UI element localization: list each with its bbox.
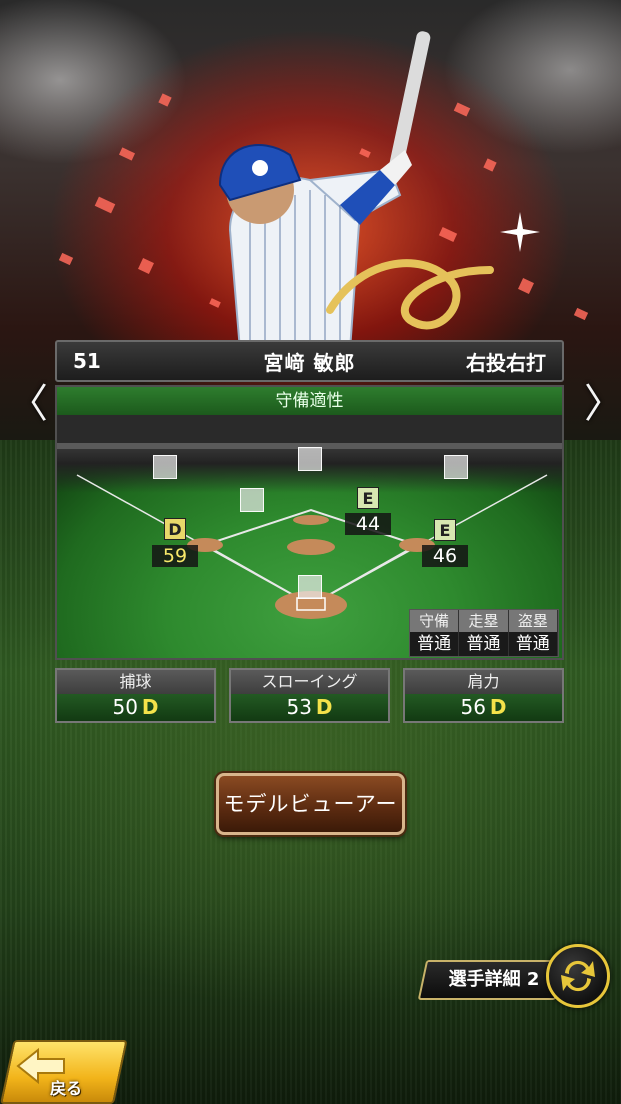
stat-value-row: 50 D	[57, 694, 214, 721]
mini-value-stealing: 普通	[508, 632, 558, 656]
catcher-marker[interactable]	[298, 575, 322, 599]
sparkle-icon	[500, 212, 540, 252]
stat-label: 肩力	[405, 670, 562, 694]
stat-value: 50	[112, 695, 138, 719]
fielding-panel: 守備適性 E 44 D 59 E 46 守備 走塁 盗塁 普通 普通 普通	[55, 385, 564, 660]
stat-value-row: 53 D	[231, 694, 388, 721]
fielding-title: 守備適性	[57, 387, 562, 415]
third-base-value: 59	[152, 545, 198, 567]
player-detail-label[interactable]: 選手詳細 2	[436, 960, 552, 1000]
player-artwork	[218, 31, 494, 350]
player-info-bar: 51 宮﨑 敏郎 右投右打	[55, 340, 564, 382]
shortstop-marker[interactable]	[240, 488, 264, 512]
stat-arm-strength: 肩力 56 D	[403, 668, 564, 723]
mini-header-running: 走塁	[459, 610, 509, 632]
mini-header-stealing: 盗塁	[508, 610, 558, 632]
mini-value-defense: 普通	[410, 632, 460, 656]
first-base-value: 46	[422, 545, 468, 567]
swap-arrows-icon	[561, 960, 595, 992]
stat-value-row: 56 D	[405, 694, 562, 721]
stat-rank: D	[489, 695, 507, 719]
back-label[interactable]: 戻る	[50, 1075, 90, 1099]
stat-catching: 捕球 50 D	[55, 668, 216, 723]
stat-value: 53	[286, 695, 312, 719]
stat-throwing: スローイング 53 D	[229, 668, 390, 723]
model-viewer-button[interactable]: モデルビューアー	[216, 773, 405, 835]
chevron-right-icon[interactable]: 〉	[584, 384, 621, 424]
center-field-marker[interactable]	[298, 447, 322, 471]
stat-label: スローイング	[231, 670, 388, 694]
third-base-rank: D	[164, 518, 186, 540]
stat-rank: D	[141, 695, 159, 719]
mini-header-defense: 守備	[410, 610, 460, 632]
bat-shape	[387, 31, 431, 179]
stat-value: 56	[460, 695, 486, 719]
player-name: 宮﨑 敏郎	[263, 350, 356, 375]
chevron-left-icon[interactable]: 〈	[8, 384, 48, 424]
field-diagram: E 44 D 59 E 46 守備 走塁 盗塁 普通 普通 普通	[57, 415, 562, 658]
first-base-rank: E	[434, 519, 456, 541]
second-base-value: 44	[345, 513, 391, 535]
stat-label: 捕球	[57, 670, 214, 694]
right-field-marker[interactable]	[444, 455, 468, 479]
swap-icon[interactable]	[546, 944, 610, 1008]
player-number: 51	[73, 349, 101, 373]
left-field-marker[interactable]	[153, 455, 177, 479]
player-handedness: 右投右打	[466, 350, 546, 375]
running-aptitude-table: 守備 走塁 盗塁 普通 普通 普通	[409, 609, 559, 657]
stat-rank: D	[315, 695, 333, 719]
mini-value-running: 普通	[459, 632, 509, 656]
second-base-rank: E	[357, 487, 379, 509]
